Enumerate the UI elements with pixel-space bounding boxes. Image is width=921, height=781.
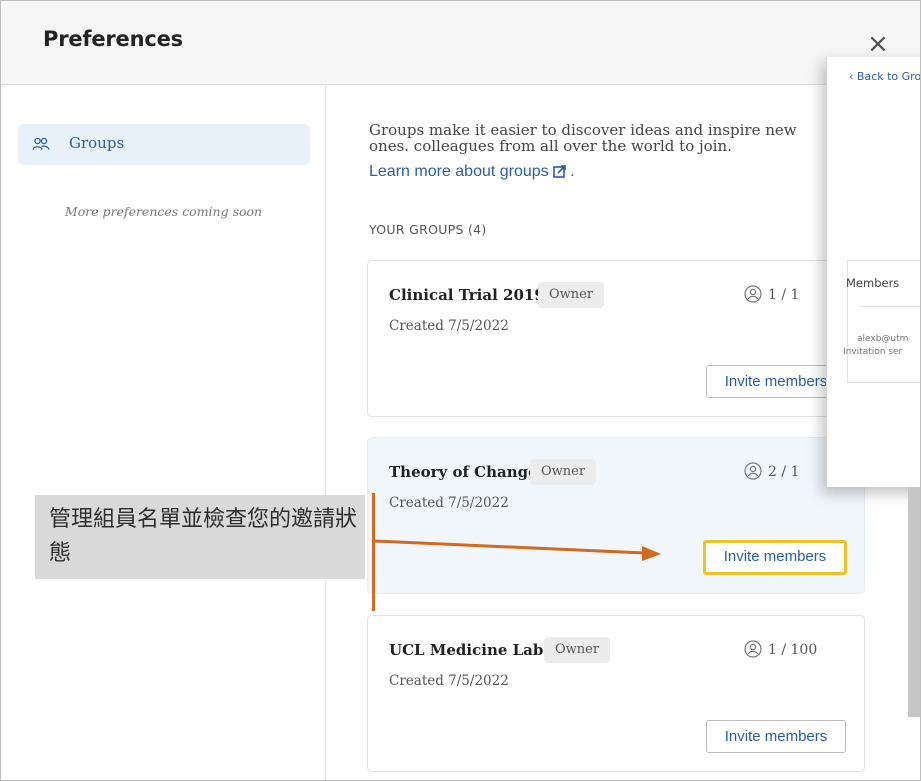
preferences-dialog: Preferences × Groups More preferences co… bbox=[0, 0, 921, 781]
annotation-arrow bbox=[373, 539, 661, 561]
